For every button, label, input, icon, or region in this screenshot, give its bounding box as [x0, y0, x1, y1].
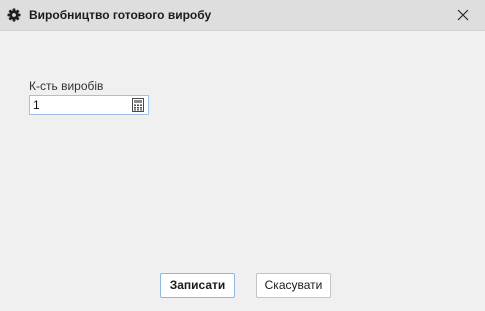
quantity-field	[29, 95, 149, 115]
window-titlebar: Виробництво готового виробу	[0, 0, 485, 31]
close-icon	[457, 9, 469, 21]
quantity-input[interactable]	[32, 97, 127, 113]
gear-icon	[7, 8, 21, 22]
close-button[interactable]	[448, 0, 478, 30]
cancel-button[interactable]: Скасувати	[256, 273, 331, 298]
window-title: Виробництво готового виробу	[29, 8, 212, 22]
calculator-icon[interactable]	[131, 98, 145, 112]
quantity-label: К-сть виробів	[29, 79, 104, 93]
save-button[interactable]: Записати	[160, 273, 235, 298]
